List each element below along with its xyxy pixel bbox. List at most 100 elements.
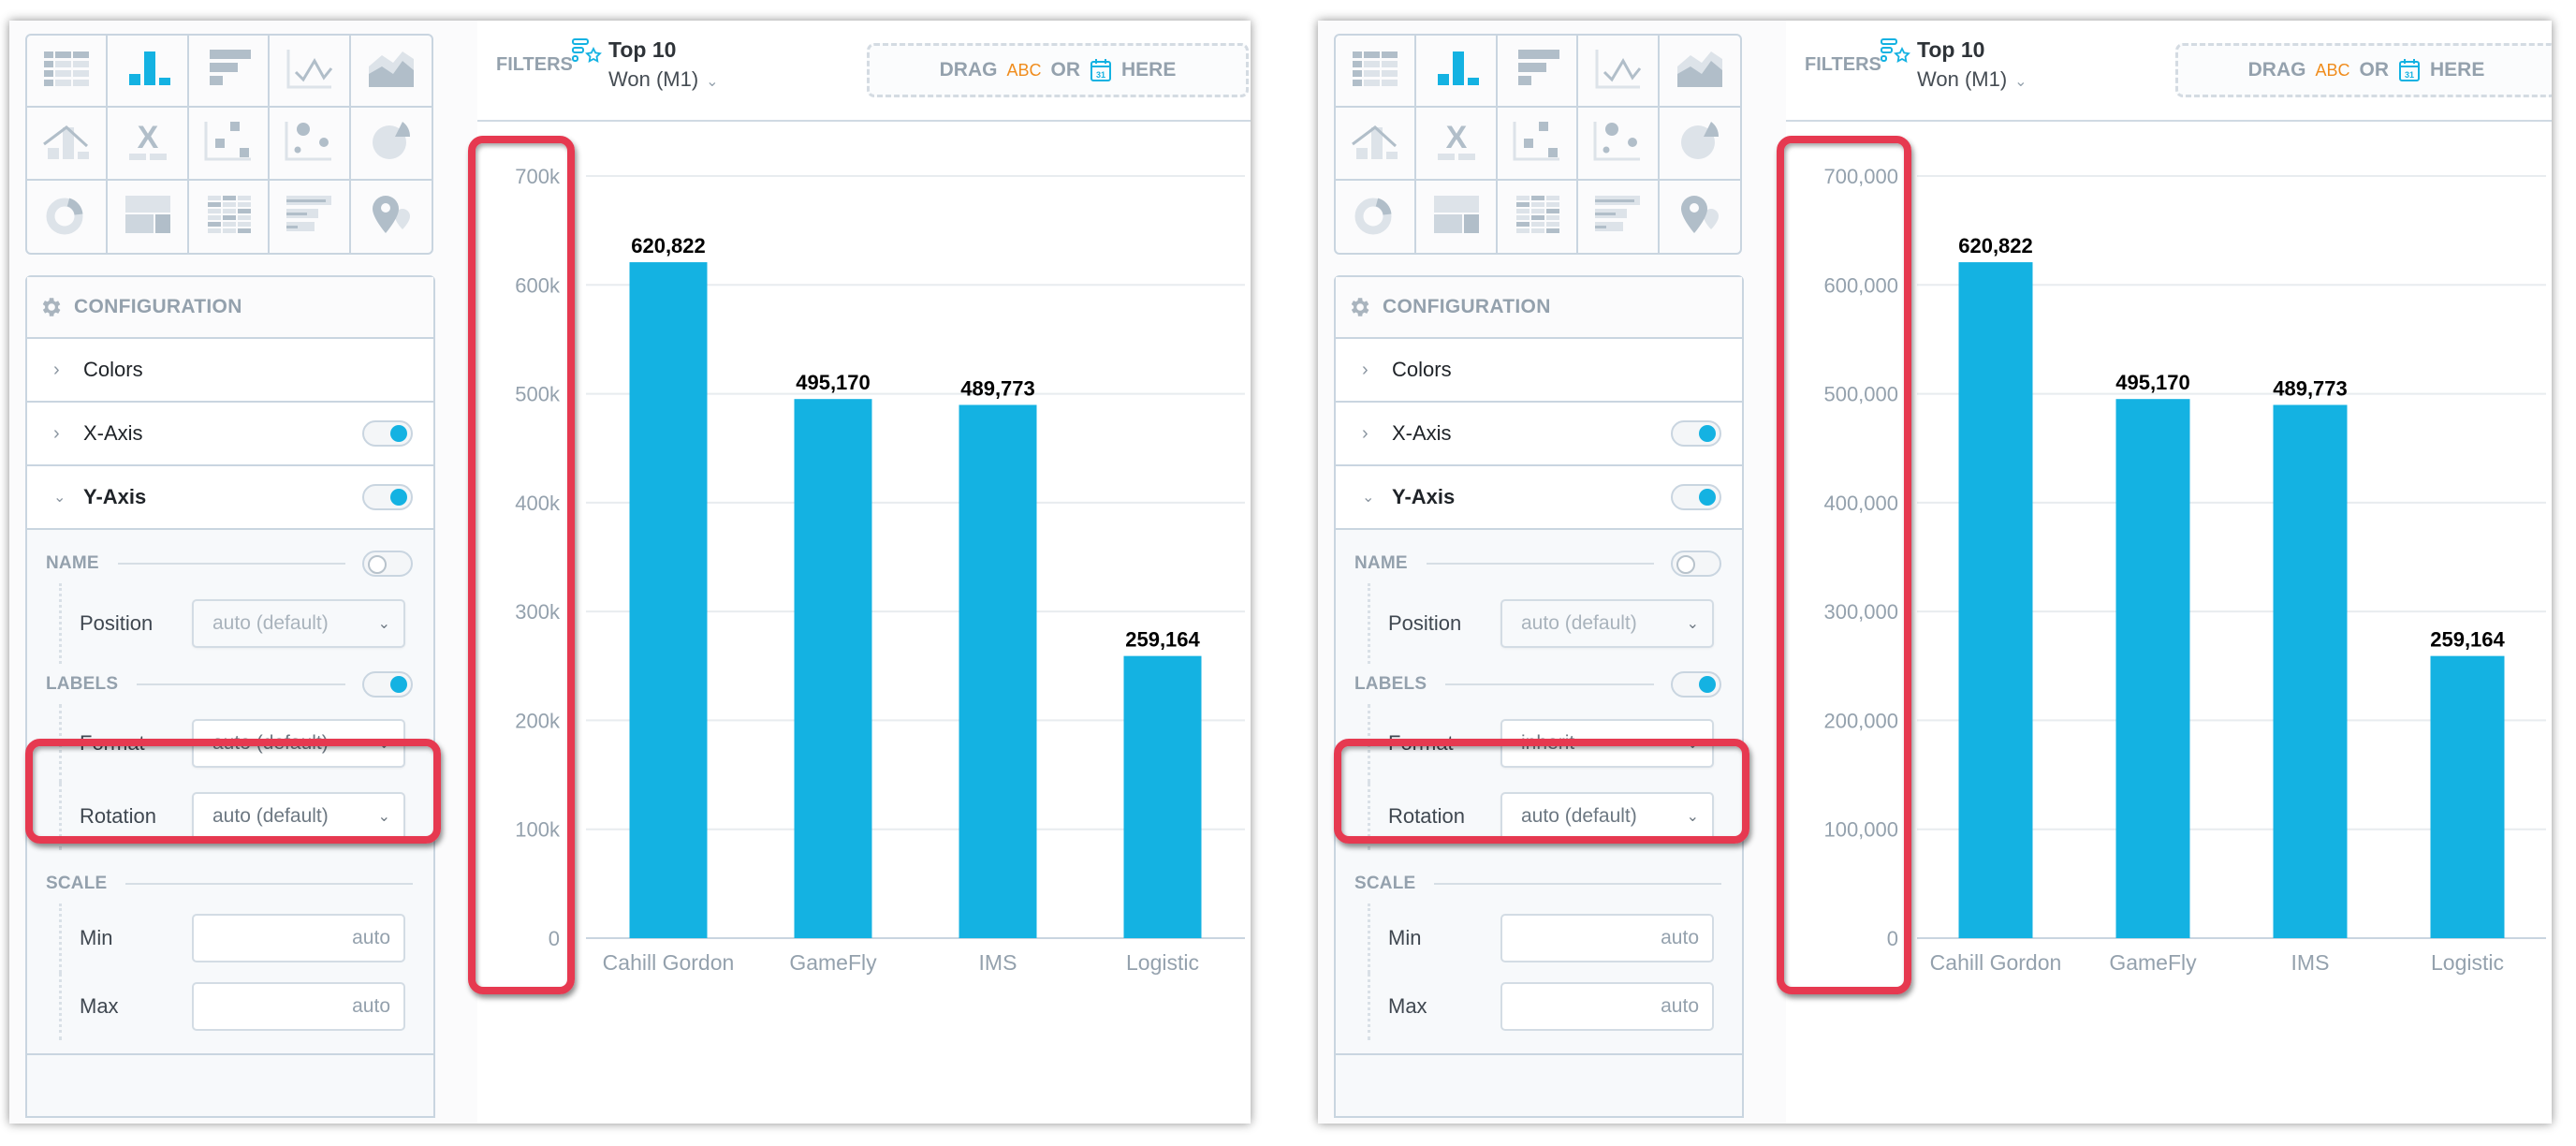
viz-type-geo[interactable]: [351, 181, 432, 253]
chevron-down-icon: ⌄: [1686, 809, 1699, 825]
max-label: Max: [80, 994, 119, 1018]
x-tick-label: Cahill Gordon: [1930, 950, 2062, 975]
data-label: 489,773: [960, 376, 1035, 400]
viz-type-area[interactable]: [1659, 36, 1740, 109]
scatter-chart-icon: [204, 120, 253, 166]
tree-guide: [59, 783, 62, 850]
toggle-knob: [368, 554, 387, 574]
bubble-chart-icon: [1593, 120, 1642, 166]
viz-type-bubble[interactable]: [1578, 108, 1660, 181]
viz-type-combo[interactable]: [27, 108, 109, 181]
y-tick-label: 100k: [515, 818, 561, 842]
bar-ims[interactable]: [959, 404, 1037, 938]
viz-type-line[interactable]: [270, 36, 351, 109]
headline-chart-icon: X: [1432, 120, 1481, 166]
name-subsection-title: NAME: [46, 552, 99, 573]
viz-type-scatter[interactable]: [188, 108, 271, 181]
bar-logistic[interactable]: [2430, 655, 2505, 938]
viz-type-geo[interactable]: [1660, 181, 1740, 253]
viz-type-table[interactable]: [27, 36, 109, 109]
toggle-knob: [390, 425, 407, 442]
y-tick-label: 500,000: [1823, 383, 1898, 406]
scale-min-input[interactable]: [192, 914, 405, 962]
viz-type-combo[interactable]: [1336, 108, 1417, 181]
treemap-chart-icon: [124, 194, 172, 240]
viz-type-treemap[interactable]: [108, 180, 189, 253]
configuration-header: CONFIGURATION: [27, 277, 433, 339]
visualization-type-picker: X: [25, 34, 433, 255]
tree-guide: [59, 904, 62, 973]
viz-type-pie[interactable]: [350, 108, 432, 181]
section-x-axis[interactable]: › X-Axis: [1336, 403, 1742, 466]
viz-type-column[interactable]: [1416, 36, 1498, 109]
max-label: Max: [1388, 994, 1427, 1018]
bar-gamefly[interactable]: [2115, 399, 2190, 939]
name-toggle[interactable]: [1671, 550, 1721, 577]
viz-type-bullet[interactable]: [1578, 180, 1660, 253]
viz-type-line[interactable]: [1578, 36, 1660, 109]
section-y-axis[interactable]: ⌄ Y-Axis: [1336, 466, 1742, 530]
viz-type-heatmap[interactable]: [189, 180, 271, 253]
bar-cahill-gordon[interactable]: [629, 262, 708, 938]
heatmap-chart-icon: [1513, 194, 1561, 240]
section-x-axis[interactable]: › X-Axis: [27, 403, 433, 466]
x-axis-toggle[interactable]: [362, 420, 413, 447]
section-colors[interactable]: › Colors: [27, 339, 433, 403]
viz-type-donut[interactable]: [1336, 180, 1417, 253]
chevron-right-icon: ›: [53, 422, 60, 444]
viz-type-table[interactable]: [1336, 36, 1417, 109]
scale-max-input[interactable]: [192, 982, 405, 1031]
bar-ims[interactable]: [2273, 404, 2348, 938]
max-row: Max: [1336, 973, 1742, 1040]
configuration-title: CONFIGURATION: [74, 296, 242, 317]
y-axis-toggle[interactable]: [362, 484, 413, 510]
viz-type-bubble[interactable]: [270, 108, 351, 181]
labels-toggle[interactable]: [362, 670, 413, 698]
scale-max-input[interactable]: [1500, 982, 1714, 1031]
rotation-select[interactable]: auto (default) ⌄: [192, 792, 405, 841]
section-y-axis[interactable]: ⌄ Y-Axis: [27, 466, 433, 530]
x-tick-label: IMS: [979, 950, 1017, 975]
rotation-label: Rotation: [1388, 804, 1465, 828]
y-tick-label: 200k: [515, 709, 561, 732]
viz-type-heatmap[interactable]: [1498, 180, 1579, 253]
labels-toggle[interactable]: [1671, 670, 1721, 698]
viz-type-bullet[interactable]: [270, 180, 351, 253]
chevron-down-icon: ⌄: [377, 616, 390, 632]
viz-type-bar[interactable]: [1497, 36, 1579, 109]
bar-logistic[interactable]: [1123, 655, 1202, 938]
rotation-select[interactable]: auto (default) ⌄: [1500, 792, 1714, 841]
viz-type-scatter[interactable]: [1497, 108, 1579, 181]
y-axis-toggle[interactable]: [1671, 484, 1721, 510]
format-select[interactable]: inherit ⌄: [1500, 719, 1714, 768]
scale-min-input[interactable]: [1500, 914, 1714, 962]
viz-type-headline[interactable]: X: [108, 108, 189, 181]
viz-type-bar[interactable]: [188, 36, 271, 109]
x-axis-toggle[interactable]: [1671, 420, 1721, 447]
position-select[interactable]: auto (default) ⌄: [1500, 599, 1714, 648]
chevron-down-icon: ⌄: [1686, 736, 1699, 752]
format-select[interactable]: auto (default) ⌄: [192, 719, 405, 768]
viz-type-treemap[interactable]: [1416, 180, 1498, 253]
min-label: Min: [1388, 926, 1422, 949]
viz-type-donut[interactable]: [27, 180, 109, 253]
position-select[interactable]: auto (default) ⌄: [192, 599, 405, 648]
viz-type-area[interactable]: [350, 36, 432, 109]
name-toggle[interactable]: [362, 550, 413, 577]
divider: [1426, 562, 1654, 565]
tree-guide: [1368, 904, 1370, 973]
viz-type-column[interactable]: [108, 36, 189, 109]
configuration-header: CONFIGURATION: [1336, 277, 1742, 339]
bar-cahill-gordon[interactable]: [1958, 262, 2033, 938]
data-label: 489,773: [2273, 376, 2348, 400]
table-chart-icon: [42, 48, 91, 94]
tree-guide: [59, 973, 62, 1040]
viz-type-pie[interactable]: [1659, 108, 1740, 181]
viz-type-headline[interactable]: X: [1416, 108, 1498, 181]
bar-gamefly[interactable]: [794, 399, 872, 939]
toggle-knob: [1699, 675, 1716, 693]
chevron-right-icon: ›: [1362, 422, 1368, 444]
section-colors[interactable]: › Colors: [1336, 339, 1742, 403]
bar-chart: 0 100k 200k 300k 400k 500k 600k 700k 620,822 Cahi…: [515, 165, 1245, 975]
divider: [137, 683, 345, 685]
